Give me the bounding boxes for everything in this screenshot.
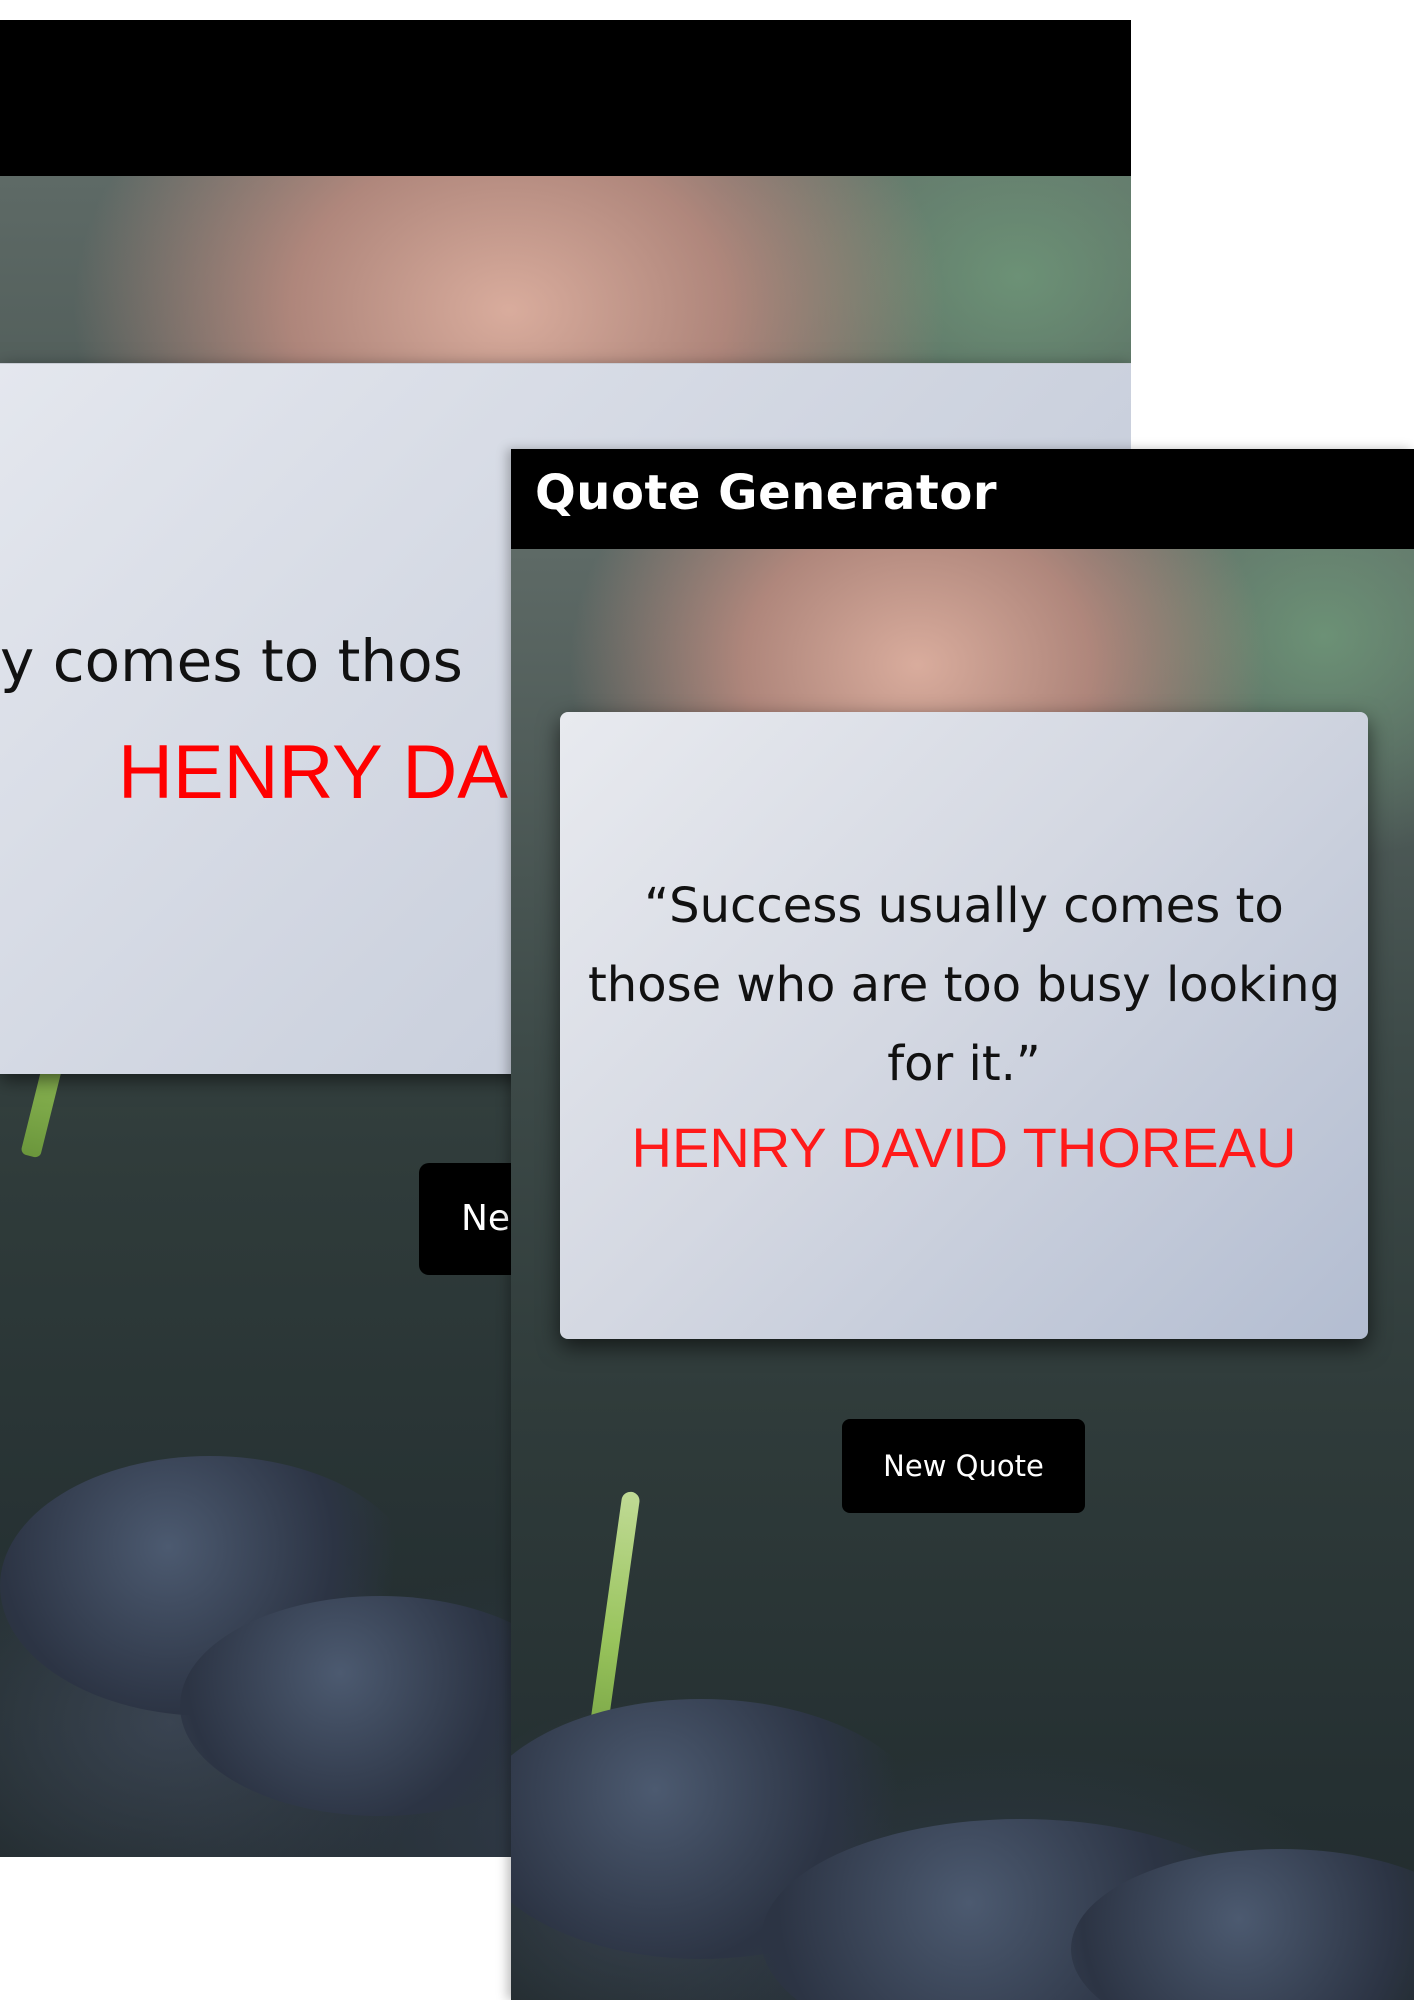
- screenshot-stage: y comes to thos HENRY DA Ne Quote Genera…: [0, 0, 1414, 2000]
- quote-card: “Success usually comes to those who are …: [560, 712, 1368, 1339]
- app-title: Quote Generator: [535, 465, 997, 521]
- front-window: Quote Generator “Success usually comes t…: [511, 449, 1414, 2000]
- quote-text: “Success usually comes to those who are …: [587, 878, 1341, 1092]
- back-header-bar: [0, 20, 1131, 176]
- back-quote-text: y comes to thos: [0, 627, 463, 695]
- new-quote-button[interactable]: New Quote: [842, 1419, 1085, 1513]
- back-quote-author: HENRY DA: [118, 730, 508, 815]
- quote-author: HENRY DAVID THOREAU: [631, 1116, 1297, 1179]
- header-bar: Quote Generator: [511, 449, 1414, 549]
